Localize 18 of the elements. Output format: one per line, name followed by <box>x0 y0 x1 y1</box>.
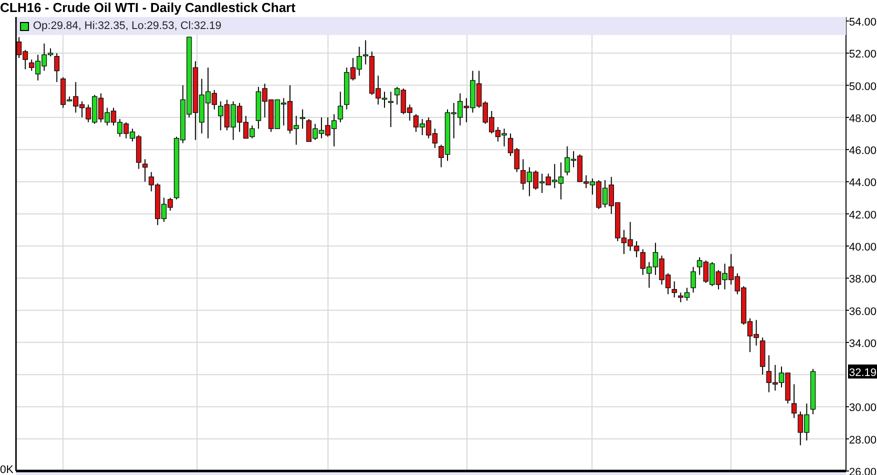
axis-tick-label: 42.00 <box>849 209 877 222</box>
axis-tick-label: 52.00 <box>849 48 877 61</box>
axis-tick-label: 40.00 <box>849 242 877 254</box>
chart-title: CLH16 - Crude Oil WTI - Daily Candlestick Chart <box>0 0 296 17</box>
axis-tick-label: 46.00 <box>849 145 877 158</box>
axis-tick-label: 38.00 <box>849 274 877 286</box>
axis-tick-label: 50.00 <box>849 80 877 93</box>
volume-axis-label: 0K <box>0 464 14 475</box>
axis-tick-label: 28.00 <box>849 434 877 446</box>
axis-tick-label: 36.00 <box>849 306 877 318</box>
axis-tick-label: 44.00 <box>849 177 877 190</box>
axis-tick-label: 34.00 <box>849 338 877 350</box>
price-label: 32.19 <box>848 364 877 380</box>
legend-text: Op:29.84, Hi:32.35, Lo:29.53, Cl:32.19 <box>33 20 222 32</box>
axis-tick-label: 48.00 <box>849 112 877 125</box>
axis-tick-label: 54.00 <box>849 17 877 28</box>
axis-tick-label: 30.00 <box>849 402 877 414</box>
legend-swatch <box>20 22 29 30</box>
